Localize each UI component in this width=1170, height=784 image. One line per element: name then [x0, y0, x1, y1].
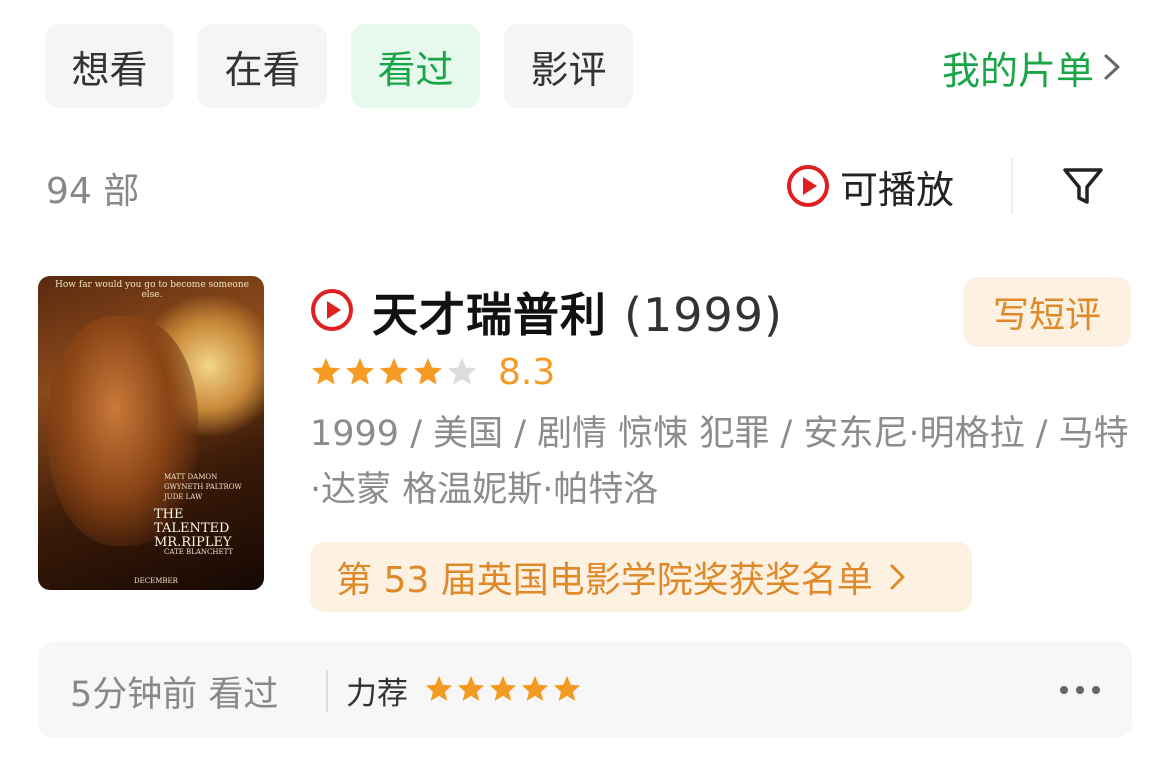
star-icon — [457, 675, 485, 701]
tab-watching[interactable]: 在看 — [198, 24, 327, 108]
my-list-label: 我的片单 — [941, 48, 1094, 93]
star-icon — [448, 358, 476, 385]
playable-filter[interactable]: 可播放 — [786, 160, 954, 212]
play-circle-icon — [787, 165, 829, 207]
poster-title: THE TALENTED MR.RIPLEY — [154, 507, 232, 550]
movie-title[interactable]: 天才瑞普利 (1999) — [372, 279, 783, 345]
chevron-right-icon — [890, 564, 905, 590]
tab-want[interactable]: 想看 — [45, 24, 174, 108]
poster-tagline: How far would you go to become someone e… — [55, 280, 249, 300]
divider — [1011, 158, 1013, 214]
star-icon — [521, 675, 549, 701]
user-mark-bar: 5分钟前 看过 力荐 — [38, 642, 1132, 738]
star-icon — [346, 358, 374, 385]
rating-score: 8.3 — [498, 351, 556, 393]
star-icon — [489, 675, 517, 701]
star-icon — [312, 358, 340, 385]
star-icon — [553, 675, 581, 701]
movie-meta: 1999 / 美国 / 剧情 惊悚 犯罪 / 安东尼·明格拉 / 马特·达蒙 格… — [310, 414, 1129, 510]
more-dots-icon[interactable] — [1056, 672, 1104, 708]
award-link[interactable]: 第 53 届英国电影学院奖获奖名单 — [310, 542, 972, 612]
tab-watched[interactable]: 看过 — [351, 24, 480, 108]
play-circle-icon — [311, 289, 353, 331]
my-list-link[interactable]: 我的片单 — [942, 40, 1124, 94]
tab-reviews[interactable]: 影评 — [504, 24, 633, 108]
playable-label: 可播放 — [840, 167, 955, 212]
user-rating-stars — [424, 674, 582, 704]
poster-credits: MATT DAMON GWYNETH PALTROW JUDE LAW — [164, 473, 242, 501]
star-icon — [425, 675, 453, 701]
movie-poster[interactable]: How far would you go to become someone e… — [38, 276, 264, 590]
movie-year: (1999) — [624, 288, 783, 342]
result-count: 94 部 — [46, 171, 140, 212]
poster-cate: CATE BLANCHETT — [164, 548, 234, 556]
rating-stars — [310, 356, 478, 388]
movie-title-text: 天才瑞普利 — [372, 288, 607, 342]
award-label: 第 53 届英国电影学院奖获奖名单 — [336, 560, 873, 601]
divider — [326, 670, 328, 712]
recommend-label: 力荐 — [346, 676, 408, 712]
filter-icon[interactable] — [1060, 164, 1106, 210]
chevron-right-icon — [1104, 54, 1120, 80]
star-icon — [414, 358, 442, 385]
poster-month: DECEMBER — [134, 577, 178, 585]
star-icon — [380, 358, 408, 385]
status-tabs: 想看 在看 看过 影评 — [45, 24, 633, 108]
movie-title-row[interactable]: 天才瑞普利 (1999) — [310, 280, 783, 344]
write-review-button[interactable]: 写短评 — [963, 277, 1131, 347]
marked-time: 5分钟前 看过 — [70, 675, 279, 715]
rating-row: 8.3 — [310, 350, 555, 394]
